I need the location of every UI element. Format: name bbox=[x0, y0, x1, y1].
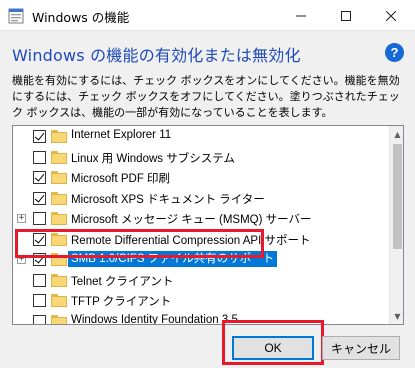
folder-icon bbox=[51, 171, 67, 184]
feature-row[interactable]: TFTP クライアント bbox=[13, 290, 389, 311]
feature-checkbox[interactable] bbox=[33, 273, 46, 287]
vertical-scrollbar[interactable]: ▲ ▼ bbox=[389, 126, 403, 324]
feature-row[interactable]: Microsoft PDF 印刷 bbox=[13, 167, 389, 188]
folder-icon bbox=[51, 314, 67, 324]
feature-row[interactable]: + Microsoft メッセージ キュー (MSMQ) サーバー bbox=[13, 208, 389, 229]
feature-checkbox[interactable] bbox=[33, 253, 46, 266]
description-text: 機能を有効にするには、チェック ボックスをオンにしてください。機能を無効にするに… bbox=[12, 74, 400, 119]
expand-icon[interactable]: + bbox=[17, 214, 26, 223]
feature-row[interactable]: Internet Explorer 11 bbox=[13, 126, 389, 147]
scroll-down-icon[interactable]: ▼ bbox=[390, 308, 403, 324]
feature-checkbox[interactable] bbox=[33, 150, 46, 164]
feature-label: Linux 用 Windows サブシステム bbox=[71, 152, 235, 165]
window-title: Windows の機能 bbox=[32, 10, 130, 25]
features-tree: Internet Explorer 11 Linux 用 Windows サブシス… bbox=[12, 125, 404, 325]
scrollbar-thumb[interactable] bbox=[393, 144, 402, 249]
minimize-button[interactable] bbox=[278, 0, 323, 31]
cancel-button[interactable]: キャンセル bbox=[322, 336, 400, 360]
feature-label: Internet Explorer 11 bbox=[71, 129, 172, 141]
feature-row[interactable]: Telnet クライアント bbox=[13, 270, 389, 291]
feature-label: SMB 1.0/CIFS ファイル共有のサポート bbox=[68, 251, 278, 267]
feature-row[interactable]: Windows Identity Foundation 3.5 bbox=[13, 311, 389, 325]
feature-label: Microsoft メッセージ キュー (MSMQ) サーバー bbox=[71, 214, 312, 226]
feature-label: Telnet クライアント bbox=[71, 275, 174, 288]
feature-label: Windows Identity Foundation 3.5 bbox=[71, 313, 238, 325]
feature-row[interactable]: Remote Differential Compression API サポート bbox=[13, 229, 389, 250]
feature-label: Remote Differential Compression API サポート bbox=[71, 234, 311, 247]
feature-label: Microsoft XPS ドキュメント ライター bbox=[71, 193, 265, 206]
features-tree-rows: Internet Explorer 11 Linux 用 Windows サブシス… bbox=[13, 126, 389, 325]
feature-checkbox[interactable] bbox=[33, 232, 46, 246]
feature-checkbox[interactable] bbox=[33, 130, 46, 143]
feature-row[interactable]: + SMB 1.0/CIFS ファイル共有のサポート bbox=[13, 249, 389, 270]
feature-checkbox[interactable] bbox=[33, 294, 46, 307]
help-icon[interactable]: ? bbox=[385, 43, 404, 62]
folder-icon bbox=[51, 294, 67, 307]
feature-checkbox[interactable] bbox=[33, 314, 46, 324]
scroll-up-icon[interactable]: ▲ bbox=[390, 126, 403, 142]
feature-row[interactable]: Linux 用 Windows サブシステム bbox=[13, 147, 389, 168]
maximize-icon bbox=[340, 10, 351, 21]
folder-icon bbox=[51, 150, 67, 164]
windows-features-app-icon bbox=[8, 8, 24, 24]
folder-icon bbox=[51, 273, 67, 287]
folder-icon bbox=[51, 253, 67, 266]
folder-icon bbox=[51, 232, 67, 246]
feature-label: Microsoft PDF 印刷 bbox=[71, 173, 171, 185]
maximize-button[interactable] bbox=[323, 0, 368, 31]
folder-icon bbox=[51, 212, 67, 225]
feature-row[interactable]: Microsoft XPS ドキュメント ライター bbox=[13, 188, 389, 209]
feature-checkbox[interactable] bbox=[33, 212, 46, 225]
feature-checkbox[interactable] bbox=[33, 191, 46, 205]
ok-button[interactable]: OK bbox=[232, 336, 314, 360]
folder-icon bbox=[51, 130, 67, 143]
minimize-icon bbox=[295, 15, 306, 16]
title-bar: Windows の機能 bbox=[0, 0, 415, 31]
expand-icon[interactable]: + bbox=[17, 255, 26, 264]
page-heading: Windows の機能の有効化または無効化 bbox=[12, 46, 301, 65]
close-button[interactable] bbox=[368, 0, 413, 31]
folder-icon bbox=[51, 191, 67, 205]
feature-checkbox[interactable] bbox=[33, 171, 46, 184]
close-icon bbox=[385, 10, 396, 21]
feature-label: TFTP クライアント bbox=[71, 296, 172, 308]
